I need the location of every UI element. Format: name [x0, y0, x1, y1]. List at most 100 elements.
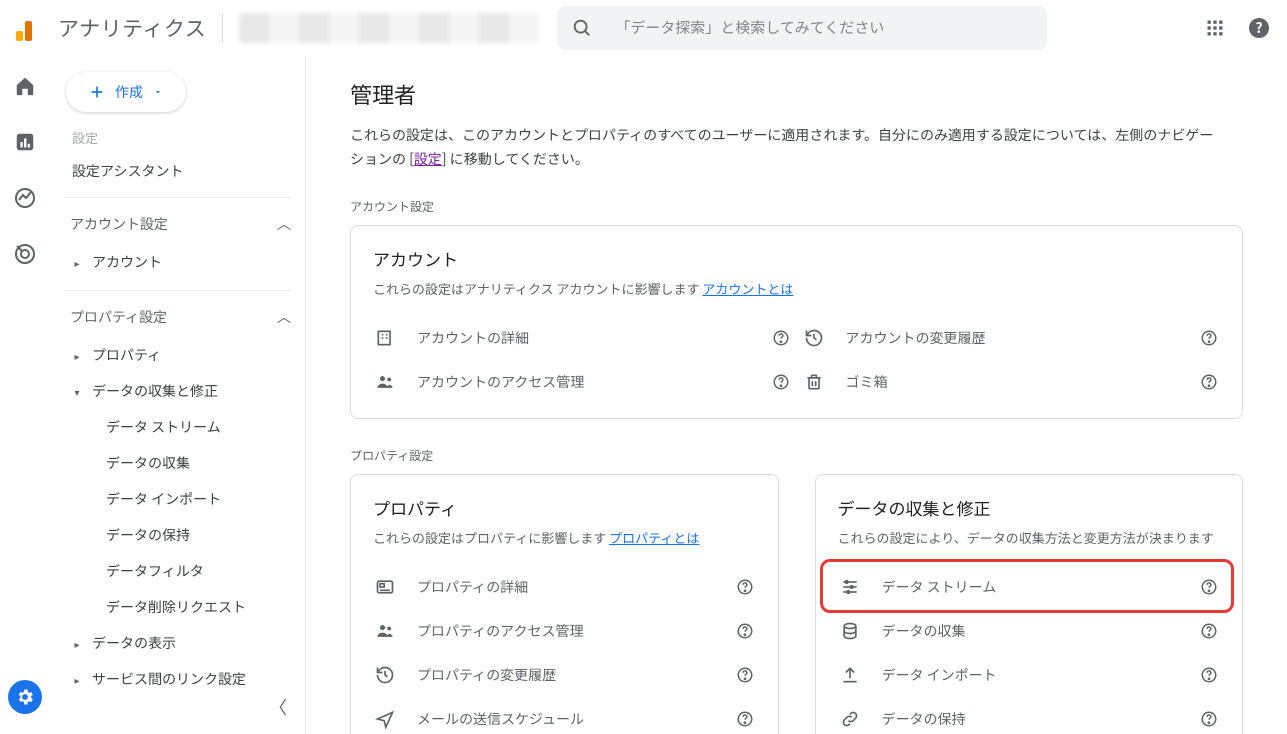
- streams-icon: [838, 577, 862, 597]
- row-label: アカウントのアクセス管理: [417, 372, 750, 392]
- data-collection-card: データの収集と修正 これらの設定により、データの収集方法と変更方法が決まります …: [815, 474, 1244, 734]
- divider: [64, 197, 291, 198]
- sidebar-sub-data-retention[interactable]: データの保持: [50, 517, 305, 553]
- divider: [64, 290, 291, 291]
- create-button[interactable]: 作成: [66, 72, 186, 112]
- help-icon[interactable]: [770, 373, 792, 391]
- account-help-link[interactable]: アカウントとは: [702, 279, 793, 298]
- sidebar-setup-assistant[interactable]: 設定アシスタント: [50, 151, 305, 191]
- property-card: プロパティ これらの設定はプロパティに影響します プロパティとは プロパティの詳…: [350, 474, 779, 734]
- svg-text:?: ?: [1255, 18, 1262, 38]
- divider: [222, 14, 223, 42]
- help-icon[interactable]: [1198, 329, 1220, 347]
- help-icon[interactable]: [1198, 578, 1220, 596]
- row-data-collection[interactable]: データの収集: [838, 609, 1221, 653]
- card-title: プロパティ: [373, 495, 756, 520]
- help-icon[interactable]: [1198, 710, 1220, 728]
- sidebar-item-label: プロパティ: [92, 345, 161, 365]
- sidebar-sub-data-filters[interactable]: データフィルタ: [50, 553, 305, 589]
- trash-icon: [802, 372, 826, 392]
- search-box[interactable]: [557, 6, 1047, 50]
- account-card: アカウント これらの設定はアナリティクス アカウントに影響します アカウントとは…: [350, 225, 1243, 419]
- expand-caret-icon: ▸: [72, 636, 82, 651]
- row-data-import[interactable]: データ インポート: [838, 653, 1221, 697]
- card-title: データの収集と修正: [838, 495, 1221, 520]
- help-icon[interactable]: [1198, 622, 1220, 640]
- upload-icon: [838, 665, 862, 685]
- send-icon: [373, 709, 397, 729]
- row-label: プロパティのアクセス管理: [417, 621, 714, 641]
- sidebar-sub-data-collection[interactable]: データの収集: [50, 445, 305, 481]
- sidebar-truncated-label: 設定: [50, 122, 305, 151]
- reports-icon[interactable]: [13, 130, 37, 154]
- collapse-caret-icon: ▾: [72, 384, 82, 399]
- search-icon: [571, 17, 593, 39]
- help-icon[interactable]: [1198, 666, 1220, 684]
- property-help-link[interactable]: プロパティとは: [609, 528, 699, 547]
- account-selector-redacted[interactable]: [239, 13, 539, 43]
- sidebar-sub-data-deletion[interactable]: データ削除リクエスト: [50, 589, 305, 625]
- row-account-details[interactable]: アカウントの詳細: [373, 316, 792, 360]
- settings-link[interactable]: 設定: [414, 149, 442, 169]
- sidebar-group-property-settings[interactable]: プロパティ設定 ︿: [50, 297, 305, 337]
- chevron-up-icon: ︿: [277, 307, 291, 327]
- help-icon[interactable]: [734, 666, 756, 684]
- help-icon[interactable]: [770, 329, 792, 347]
- expand-caret-icon: ▸: [72, 348, 82, 363]
- sidebar-sub-data-streams[interactable]: データ ストリーム: [50, 409, 305, 445]
- sidebar-item-data-collection[interactable]: ▾ データの収集と修正: [50, 373, 305, 409]
- card-id-icon: [373, 577, 397, 597]
- row-label: ゴミ箱: [846, 372, 1179, 392]
- row-label: プロパティの詳細: [417, 577, 714, 597]
- row-account-access[interactable]: アカウントのアクセス管理: [373, 360, 792, 404]
- row-trash[interactable]: ゴミ箱: [802, 360, 1221, 404]
- sidebar-group-account-settings[interactable]: アカウント設定 ︿: [50, 204, 305, 244]
- card-title: アカウント: [373, 246, 1220, 271]
- explore-icon[interactable]: [13, 186, 37, 210]
- sidebar-item-label: サービス間のリンク設定: [92, 669, 246, 689]
- row-label: メールの送信スケジュール: [417, 709, 714, 729]
- row-label: データの保持: [882, 709, 1179, 729]
- expand-caret-icon: ▸: [72, 255, 82, 270]
- help-icon[interactable]: [1198, 373, 1220, 391]
- collapse-panel-button[interactable]: 〈: [269, 694, 287, 720]
- row-label: データ ストリーム: [882, 577, 1179, 597]
- row-label: データの収集: [882, 621, 1179, 641]
- sidebar-group-label: プロパティ設定: [70, 307, 167, 327]
- building-icon: [373, 328, 397, 348]
- sidebar-item-account[interactable]: ▸ アカウント: [50, 244, 305, 280]
- help-icon[interactable]: [734, 622, 756, 640]
- card-description: これらの設定はプロパティに影響します プロパティとは: [373, 528, 756, 547]
- sidebar-group-label: アカウント設定: [70, 214, 168, 234]
- sidebar-item-label: アカウント: [92, 252, 162, 272]
- analytics-logo: [16, 15, 42, 41]
- page-description: これらの設定は、このアカウントとプロパティのすべてのユーザーに適用されます。自分…: [350, 124, 1220, 172]
- row-email-schedule[interactable]: メールの送信スケジュール: [373, 697, 756, 734]
- sidebar-item-data-display[interactable]: ▸ データの表示: [50, 625, 305, 661]
- link-icon: [838, 709, 862, 729]
- card-description: これらの設定により、データの収集方法と変更方法が決まります: [838, 528, 1221, 547]
- history-icon: [373, 665, 397, 685]
- people-icon: [373, 621, 397, 641]
- row-property-access[interactable]: プロパティのアクセス管理: [373, 609, 756, 653]
- search-input[interactable]: [615, 17, 1033, 38]
- help-icon[interactable]: [734, 710, 756, 728]
- row-property-history[interactable]: プロパティの変更履歴: [373, 653, 756, 697]
- row-label: データ インポート: [882, 665, 1179, 685]
- admin-gear-button[interactable]: [8, 680, 42, 714]
- row-label: アカウントの詳細: [417, 328, 750, 348]
- sidebar-sub-data-import[interactable]: データ インポート: [50, 481, 305, 517]
- plus-icon: [89, 84, 105, 100]
- sidebar-item-service-links[interactable]: ▸ サービス間のリンク設定: [50, 661, 305, 697]
- row-data-streams[interactable]: データ ストリーム: [838, 565, 1221, 609]
- home-icon[interactable]: [13, 74, 37, 98]
- help-icon[interactable]: ?: [1247, 16, 1271, 40]
- row-property-details[interactable]: プロパティの詳細: [373, 565, 756, 609]
- dropdown-caret-icon: [153, 87, 163, 97]
- sidebar-item-property[interactable]: ▸ プロパティ: [50, 337, 305, 373]
- row-data-retention[interactable]: データの保持: [838, 697, 1221, 734]
- help-icon[interactable]: [734, 578, 756, 596]
- advertising-icon[interactable]: [13, 242, 37, 266]
- row-account-history[interactable]: アカウントの変更履歴: [802, 316, 1221, 360]
- apps-icon[interactable]: [1205, 18, 1225, 38]
